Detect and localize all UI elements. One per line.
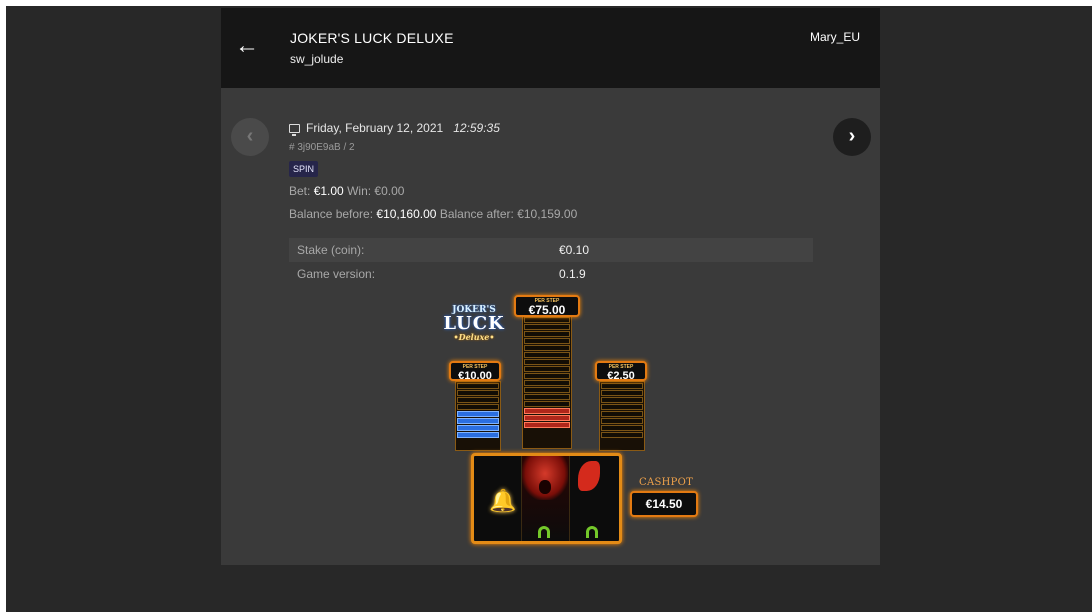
game-title: JOKER'S LUCK DELUXE bbox=[290, 30, 454, 46]
tower-left: PER STEP €10.00 bbox=[449, 361, 505, 451]
bell-icon: 🔔 bbox=[489, 488, 517, 513]
tower-middle-cap: PER STEP €75.00 bbox=[514, 295, 580, 317]
game-screenshot: JOKER'S LUCK •Deluxe• PER STEP €10.00 PE… bbox=[221, 88, 880, 565]
tower-middle-steps bbox=[522, 315, 572, 449]
reel-3 bbox=[570, 456, 617, 541]
reel-1: 🔔 bbox=[474, 456, 521, 541]
game-logo: JOKER'S LUCK •Deluxe• bbox=[443, 306, 505, 346]
logo-line-2: LUCK bbox=[443, 313, 505, 334]
logo-line-3: •Deluxe• bbox=[453, 332, 495, 342]
game-code: sw_jolude bbox=[290, 52, 344, 66]
cashpot-value: €14.50 bbox=[630, 491, 698, 517]
tower-right-cap: PER STEP €2.50 bbox=[595, 361, 647, 382]
round-details-panel: ‹ › Friday, February 12, 2021 12:59:35 #… bbox=[221, 88, 880, 565]
tower-left-value: €10.00 bbox=[458, 370, 492, 382]
tower-right-steps bbox=[599, 381, 645, 451]
tower-left-cap: PER STEP €10.00 bbox=[449, 361, 501, 382]
horseshoe-icon bbox=[586, 526, 598, 538]
reel-2 bbox=[522, 456, 569, 541]
tower-middle-value: €75.00 bbox=[528, 303, 566, 317]
back-arrow-icon[interactable]: ← bbox=[235, 34, 263, 58]
tower-middle: PER STEP €75.00 bbox=[514, 295, 580, 451]
tower-left-steps bbox=[455, 381, 501, 451]
horseshoe-icon bbox=[538, 526, 550, 538]
header-bar: ← JOKER'S LUCK DELUXE sw_jolude Mary_EU bbox=[221, 8, 880, 88]
joker-hat-icon bbox=[578, 461, 600, 491]
joker-icon bbox=[522, 456, 568, 500]
cashpot-label: CASHPOT bbox=[639, 477, 694, 488]
tower-right: PER STEP €2.50 bbox=[595, 361, 651, 451]
username: Mary_EU bbox=[809, 30, 860, 44]
tower-right-value: €2.50 bbox=[607, 370, 635, 382]
slot-reels: 🔔 bbox=[471, 453, 622, 544]
